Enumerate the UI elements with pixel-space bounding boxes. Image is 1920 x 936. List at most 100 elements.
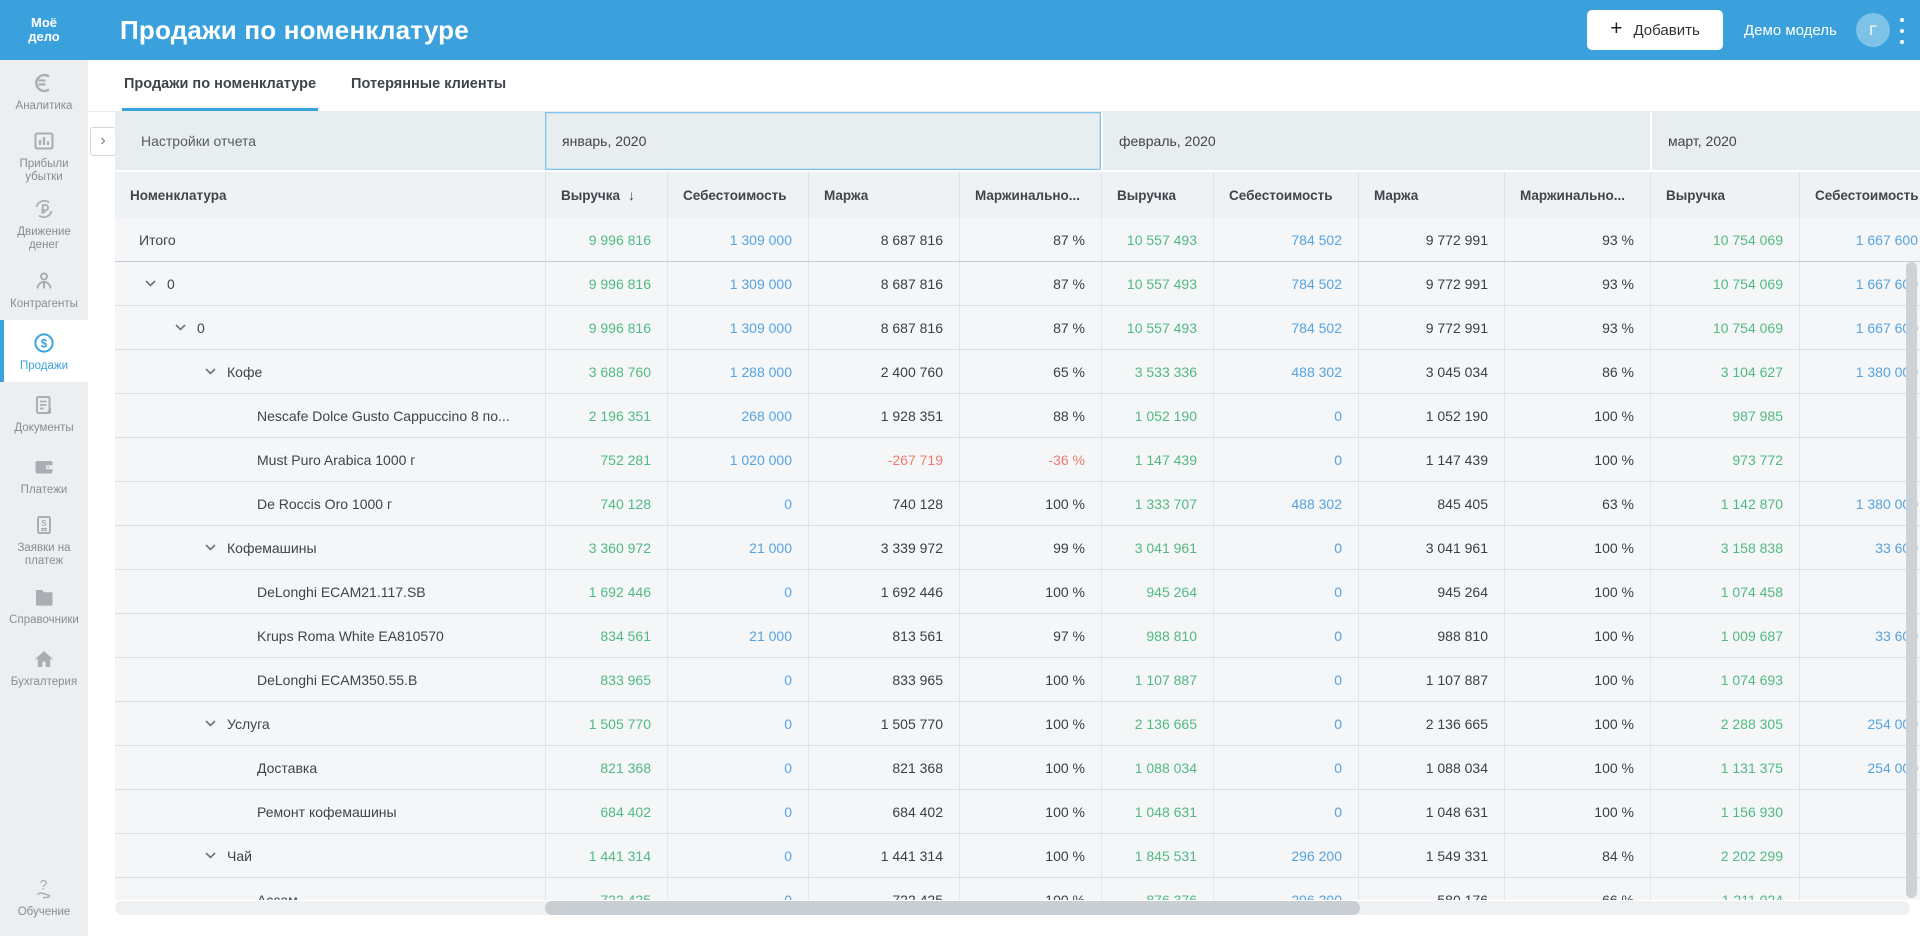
- vertical-scrollbar-thumb[interactable]: [1906, 262, 1917, 898]
- nomenclature-label: Ремонт кофемашины: [257, 804, 397, 820]
- column-header[interactable]: Себестоимость: [1213, 172, 1358, 218]
- sidebar-item-documents[interactable]: Документы: [0, 382, 88, 444]
- chevron-down-icon[interactable]: [205, 720, 216, 727]
- month-header-cell[interactable]: февраль, 2020: [1101, 112, 1650, 170]
- user-name[interactable]: Демо модель: [1744, 0, 1837, 60]
- nomenclature-cell: De Roccis Oro 1000 г: [115, 482, 545, 525]
- value-cell: 1 505 770: [545, 702, 667, 745]
- value-cell: 1 131 375: [1650, 746, 1799, 789]
- value-cell: 740 128: [545, 482, 667, 525]
- value-cell: 9 772 991: [1358, 218, 1504, 261]
- nomenclature-cell: Nescafe Dolce Gusto Cappuccino 8 по...: [115, 394, 545, 437]
- sidebar-item-label: Прибыли убытки: [3, 158, 85, 184]
- value-cell: 813 561: [808, 614, 959, 657]
- tab[interactable]: Потерянные клиенты: [349, 60, 508, 111]
- value-cell: 1 107 887: [1101, 658, 1213, 701]
- value-cell: 784 502: [1213, 262, 1358, 305]
- value-cell: 0: [1213, 614, 1358, 657]
- value-cell: 100 %: [959, 878, 1101, 900]
- value-cell: 973 772: [1650, 438, 1799, 481]
- app-logo[interactable]: Моё дело: [0, 0, 88, 60]
- nomenclature-cell[interactable]: Кофе: [115, 350, 545, 393]
- chevron-down-icon[interactable]: [205, 852, 216, 859]
- value-cell: 1 380 000: [1799, 482, 1920, 525]
- horizontal-scrollbar-track[interactable]: [115, 901, 1910, 915]
- value-cell: 722 425: [808, 878, 959, 900]
- column-header[interactable]: Себестоимость: [667, 172, 808, 218]
- column-header[interactable]: Выручка: [1101, 172, 1213, 218]
- chevron-down-icon[interactable]: [205, 544, 216, 551]
- sidebar-item-training[interactable]: ?Обучение: [0, 866, 88, 928]
- column-header-label: Выручка: [1666, 188, 1725, 203]
- column-header[interactable]: Маржа: [808, 172, 959, 218]
- payments-icon: [32, 455, 56, 479]
- table-row: DeLonghi ECAM21.117.SB1 692 44601 692 44…: [115, 570, 1920, 614]
- column-header[interactable]: Выручка: [1650, 172, 1799, 218]
- value-cell: 684 402: [808, 790, 959, 833]
- sidebar-item-counterparties[interactable]: Контрагенты: [0, 258, 88, 320]
- value-cell: 1 142 870: [1650, 482, 1799, 525]
- nomenclature-label: Krups Roma White EA810570: [257, 628, 444, 644]
- column-header[interactable]: Маржинально...: [959, 172, 1101, 218]
- value-cell: 296 200: [1213, 878, 1358, 900]
- chevron-down-icon[interactable]: [145, 280, 156, 287]
- nomenclature-cell[interactable]: 0: [115, 306, 545, 349]
- sidebar-item-label: Документы: [3, 422, 85, 435]
- column-header[interactable]: Маржинально...: [1504, 172, 1650, 218]
- settings-panel-toggle[interactable]: ›: [90, 127, 116, 156]
- nomenclature-cell[interactable]: Чай: [115, 834, 545, 877]
- report-settings-cell[interactable]: Настройки отчета: [115, 112, 545, 170]
- table-row: Krups Roma White EA810570834 56121 00081…: [115, 614, 1920, 658]
- value-cell: 1 549 331: [1358, 834, 1504, 877]
- value-cell: 1 667 600: [1799, 218, 1920, 261]
- horizontal-scrollbar-thumb[interactable]: [545, 901, 1360, 915]
- training-icon: ?: [32, 877, 56, 901]
- add-button[interactable]: + Добавить: [1587, 10, 1723, 50]
- value-cell: 21 000: [667, 526, 808, 569]
- page-title: Продажи по номенклатуре: [120, 0, 469, 60]
- value-cell: 1 048 631: [1358, 790, 1504, 833]
- chevron-down-icon[interactable]: [175, 324, 186, 331]
- month-header-cell[interactable]: март, 2020: [1650, 112, 1920, 170]
- avatar[interactable]: Г: [1856, 13, 1890, 47]
- sidebar-item-payments[interactable]: Платежи: [0, 444, 88, 506]
- nomenclature-cell: Итого: [115, 218, 545, 261]
- value-cell: 0: [667, 878, 808, 900]
- value-cell: 833 965: [808, 658, 959, 701]
- sidebar-item-analytics[interactable]: Аналитика: [0, 60, 88, 122]
- column-header[interactable]: Себестоимость: [1799, 172, 1920, 218]
- value-cell: 684 402: [545, 790, 667, 833]
- kebab-menu-icon[interactable]: [1899, 18, 1905, 44]
- value-cell: 1 309 000: [667, 262, 808, 305]
- table-row: 09 996 8161 309 0008 687 81687 %10 557 4…: [115, 306, 1920, 350]
- nomenclature-cell[interactable]: Кофемашины: [115, 526, 545, 569]
- value-cell: 740 128: [808, 482, 959, 525]
- sidebar-item-cash-flow[interactable]: Движение денег: [0, 190, 88, 258]
- nomenclature-cell[interactable]: 0: [115, 262, 545, 305]
- value-cell: 3 339 972: [808, 526, 959, 569]
- tab[interactable]: Продажи по номенклатуре: [122, 60, 318, 111]
- table-row: Nescafe Dolce Gusto Cappuccino 8 по...2 …: [115, 394, 1920, 438]
- table-row: Кофемашины3 360 97221 0003 339 97299 %3 …: [115, 526, 1920, 570]
- value-cell: 821 368: [545, 746, 667, 789]
- column-header[interactable]: Маржа: [1358, 172, 1504, 218]
- sidebar-item-payment-requests[interactable]: SЗаявки на платеж: [0, 506, 88, 574]
- month-header-cell[interactable]: январь, 2020: [545, 112, 1101, 170]
- chevron-down-icon[interactable]: [205, 368, 216, 375]
- nomenclature-cell[interactable]: Услуга: [115, 702, 545, 745]
- sidebar-item-accounting[interactable]: Бухгалтерия: [0, 636, 88, 698]
- value-cell: 488 302: [1213, 350, 1358, 393]
- report-settings-label: Настройки отчета: [141, 133, 256, 149]
- value-cell: 84 %: [1504, 834, 1650, 877]
- sidebar-item-sales[interactable]: $Продажи: [0, 320, 88, 382]
- sidebar-items: Аналитика Прибыли убытки Движение денегКон…: [0, 60, 88, 698]
- value-cell: 1 309 000: [667, 306, 808, 349]
- value-cell: 8 687 816: [808, 262, 959, 305]
- sidebar-item-directories[interactable]: Справочники: [0, 574, 88, 636]
- sidebar-item-profit-loss[interactable]: Прибыли убытки: [0, 122, 88, 190]
- nomenclature-cell: DeLonghi ECAM21.117.SB: [115, 570, 545, 613]
- column-header[interactable]: Выручка↓: [545, 172, 667, 218]
- sort-descending-icon[interactable]: ↓: [628, 187, 635, 203]
- column-header[interactable]: Номенклатура: [115, 172, 545, 218]
- value-cell: 722 425: [545, 878, 667, 900]
